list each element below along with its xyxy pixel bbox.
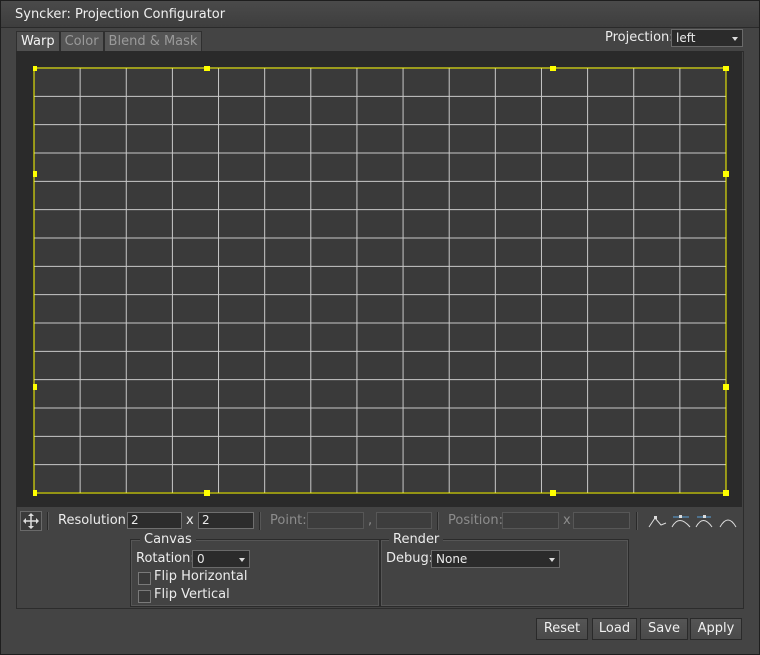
tab-bar: Warp Color Blend & Mask: [16, 31, 203, 53]
point-x-input[interactable]: [307, 512, 364, 529]
warp-control-point[interactable]: [723, 490, 729, 496]
toolbar-separator: [47, 512, 49, 530]
apply-button[interactable]: Apply: [690, 618, 742, 640]
toolbar-separator: [437, 512, 439, 530]
tab-blend-mask[interactable]: Blend & Mask: [103, 31, 203, 52]
projection-value: left: [676, 31, 696, 45]
projection-select[interactable]: left: [671, 29, 743, 47]
warp-control-point[interactable]: [204, 490, 210, 496]
curve-mode-icons: [648, 515, 737, 528]
warp-control-point[interactable]: [33, 66, 37, 71]
bezier-curve-icon[interactable]: [671, 515, 691, 528]
warp-control-point[interactable]: [33, 384, 37, 390]
resolution-label: Resolution:: [58, 513, 131, 528]
chevron-down-icon: [732, 37, 738, 41]
window-title: Syncker: Projection Configurator: [15, 7, 226, 22]
chevron-down-icon: [549, 558, 555, 562]
flip-horizontal-checkbox[interactable]: [138, 572, 151, 585]
arc-curve-icon[interactable]: [719, 519, 737, 528]
bezier-handles-icon[interactable]: [695, 515, 713, 528]
warp-control-point[interactable]: [550, 490, 556, 496]
position-x-input[interactable]: [502, 512, 559, 529]
rotation-label: Rotation:: [136, 551, 195, 566]
toolbar-separator: [636, 512, 638, 530]
warp-control-point[interactable]: [33, 490, 37, 496]
render-group-title: Render: [389, 532, 444, 547]
warp-control-point[interactable]: [33, 171, 37, 177]
resolution-x-input[interactable]: 2: [127, 512, 182, 529]
toolbar-separator: [259, 512, 261, 530]
warp-control-point[interactable]: [204, 66, 210, 71]
warp-control-point[interactable]: [723, 384, 729, 390]
flip-vertical-label[interactable]: Flip Vertical: [154, 587, 230, 602]
tab-color[interactable]: Color: [59, 31, 104, 52]
resolution-y-input[interactable]: 2: [198, 512, 254, 529]
warp-grid[interactable]: [33, 66, 729, 496]
position-y-input[interactable]: [573, 512, 630, 529]
point-label: Point:: [270, 513, 307, 528]
resolution-separator: x: [186, 513, 194, 528]
warp-control-point[interactable]: [723, 171, 729, 177]
flip-vertical-checkbox[interactable]: [138, 590, 151, 603]
debug-select[interactable]: None: [431, 550, 560, 568]
position-separator: x: [563, 513, 571, 528]
warp-control-point[interactable]: [550, 66, 556, 71]
rotation-select[interactable]: 0: [192, 550, 250, 568]
rotation-value: 0: [197, 552, 205, 566]
reset-button[interactable]: Reset: [536, 618, 588, 640]
linear-curve-icon[interactable]: [648, 516, 667, 528]
debug-label: Debug:: [386, 551, 434, 566]
move-arrows-icon[interactable]: [20, 511, 42, 531]
warp-control-point[interactable]: [723, 66, 729, 71]
load-button[interactable]: Load: [592, 618, 637, 640]
projection-label: Projection:: [605, 30, 674, 45]
point-y-input[interactable]: [376, 512, 432, 529]
position-label: Position:: [448, 513, 503, 528]
title-bar[interactable]: Syncker: Projection Configurator: [1, 1, 759, 28]
tab-warp[interactable]: Warp: [16, 31, 60, 53]
save-button[interactable]: Save: [640, 618, 688, 640]
flip-horizontal-label[interactable]: Flip Horizontal: [154, 569, 247, 584]
debug-value: None: [436, 552, 468, 566]
canvas-group-title: Canvas: [140, 532, 196, 547]
point-separator: ,: [368, 513, 373, 528]
grid-background: [34, 67, 726, 492]
chevron-down-icon: [239, 558, 245, 562]
